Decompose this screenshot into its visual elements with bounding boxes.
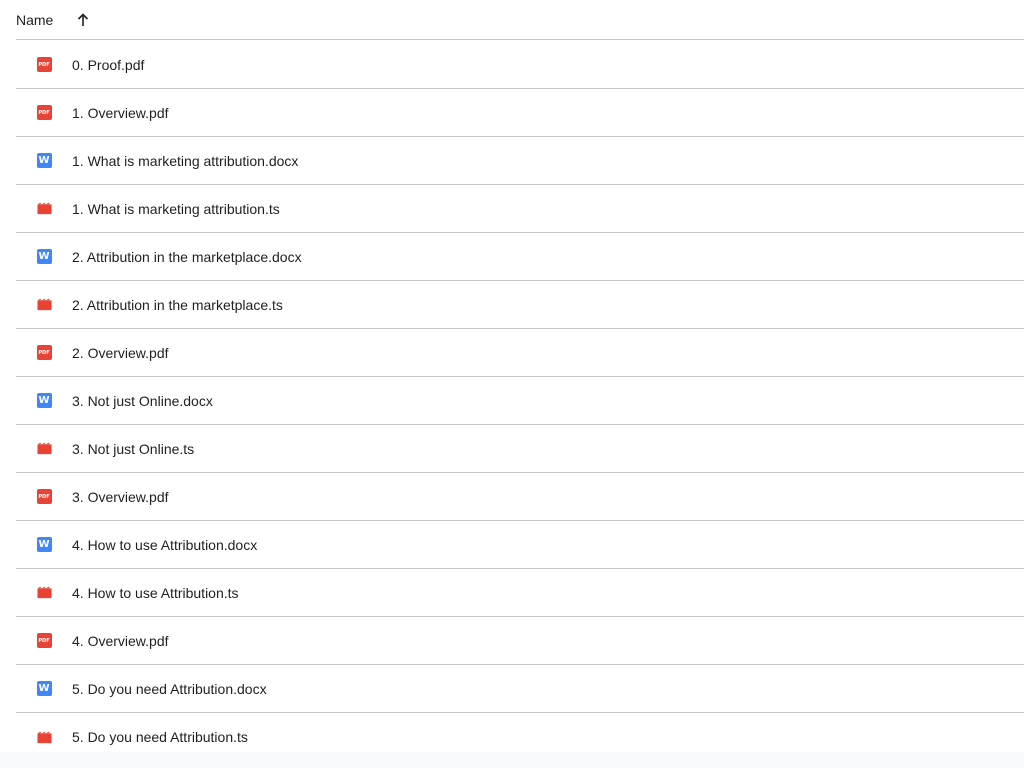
- file-type-icon-wrap: PDF: [36, 57, 52, 73]
- file-name: 1. What is marketing attribution.ts: [72, 200, 280, 217]
- file-name: 4. Overview.pdf: [72, 632, 169, 649]
- file-name: 5. Do you need Attribution.docx: [72, 680, 267, 697]
- file-type-icon-wrap: [36, 441, 52, 457]
- pdf-icon: PDF: [36, 105, 52, 120]
- file-name: 1. Overview.pdf: [72, 104, 169, 121]
- file-row[interactable]: 5. Do you need Attribution.ts: [16, 713, 1024, 761]
- video-icon: [36, 441, 52, 456]
- word-doc-icon: W: [36, 537, 52, 552]
- arrow-up-icon: [78, 12, 89, 26]
- file-type-icon-wrap: W: [36, 153, 52, 169]
- file-type-icon-wrap: [36, 729, 52, 745]
- word-doc-icon: W: [36, 153, 52, 168]
- file-name: 3. Not just Online.ts: [72, 440, 195, 457]
- file-row[interactable]: W 1. What is marketing attribution.docx: [16, 137, 1024, 185]
- pdf-icon: PDF: [36, 489, 52, 504]
- file-row[interactable]: 3. Not just Online.ts: [16, 425, 1024, 473]
- file-type-icon-wrap: PDF: [36, 633, 52, 649]
- file-name: 4. How to use Attribution.ts: [72, 584, 239, 601]
- name-column-header[interactable]: Name: [16, 12, 53, 28]
- file-name: 4. How to use Attribution.docx: [72, 536, 258, 553]
- video-icon: [36, 730, 52, 745]
- file-row[interactable]: W 4. How to use Attribution.docx: [16, 521, 1024, 569]
- pdf-icon: PDF: [36, 633, 52, 648]
- word-doc-icon: W: [36, 249, 52, 264]
- word-doc-icon: W: [36, 681, 52, 696]
- sort-ascending-button[interactable]: [71, 8, 95, 32]
- file-name: 2. Attribution in the marketplace.ts: [72, 296, 283, 313]
- file-type-icon-wrap: W: [36, 537, 52, 553]
- file-list-panel: Name PDF 0. Proof.pdf PDF 1. Overview.pdf W 1…: [0, 0, 1024, 752]
- file-type-icon-wrap: PDF: [36, 105, 52, 121]
- file-row[interactable]: PDF 0. Proof.pdf: [16, 41, 1024, 89]
- column-header: Name: [16, 0, 1024, 40]
- file-row[interactable]: PDF 3. Overview.pdf: [16, 473, 1024, 521]
- video-icon: [36, 585, 52, 600]
- video-icon: [36, 201, 52, 216]
- file-type-icon-wrap: W: [36, 393, 52, 409]
- file-type-icon-wrap: PDF: [36, 489, 52, 505]
- video-icon: [36, 297, 52, 312]
- file-type-icon-wrap: PDF: [36, 345, 52, 361]
- file-row[interactable]: 1. What is marketing attribution.ts: [16, 185, 1024, 233]
- file-name: 1. What is marketing attribution.docx: [72, 152, 299, 169]
- file-type-icon-wrap: [36, 297, 52, 313]
- file-type-icon-wrap: W: [36, 249, 52, 265]
- file-row[interactable]: W 3. Not just Online.docx: [16, 377, 1024, 425]
- word-doc-icon: W: [36, 393, 52, 408]
- file-rows: PDF 0. Proof.pdf PDF 1. Overview.pdf W 1. Wha…: [16, 41, 1024, 761]
- file-row[interactable]: W 2. Attribution in the marketplace.docx: [16, 233, 1024, 281]
- file-row[interactable]: PDF 4. Overview.pdf: [16, 617, 1024, 665]
- file-name: 2. Overview.pdf: [72, 344, 169, 361]
- file-row[interactable]: 2. Attribution in the marketplace.ts: [16, 281, 1024, 329]
- file-name: 5. Do you need Attribution.ts: [72, 729, 248, 745]
- file-type-icon-wrap: [36, 585, 52, 601]
- file-row[interactable]: PDF 2. Overview.pdf: [16, 329, 1024, 377]
- file-name: 0. Proof.pdf: [72, 56, 145, 73]
- pdf-icon: PDF: [36, 345, 52, 360]
- file-name: 3. Not just Online.docx: [72, 392, 213, 409]
- file-name: 2. Attribution in the marketplace.docx: [72, 248, 302, 265]
- file-type-icon-wrap: W: [36, 681, 52, 697]
- file-row[interactable]: W 5. Do you need Attribution.docx: [16, 665, 1024, 713]
- file-row[interactable]: PDF 1. Overview.pdf: [16, 89, 1024, 137]
- file-type-icon-wrap: [36, 201, 52, 217]
- file-name: 3. Overview.pdf: [72, 488, 169, 505]
- file-row[interactable]: 4. How to use Attribution.ts: [16, 569, 1024, 617]
- pdf-icon: PDF: [36, 57, 52, 72]
